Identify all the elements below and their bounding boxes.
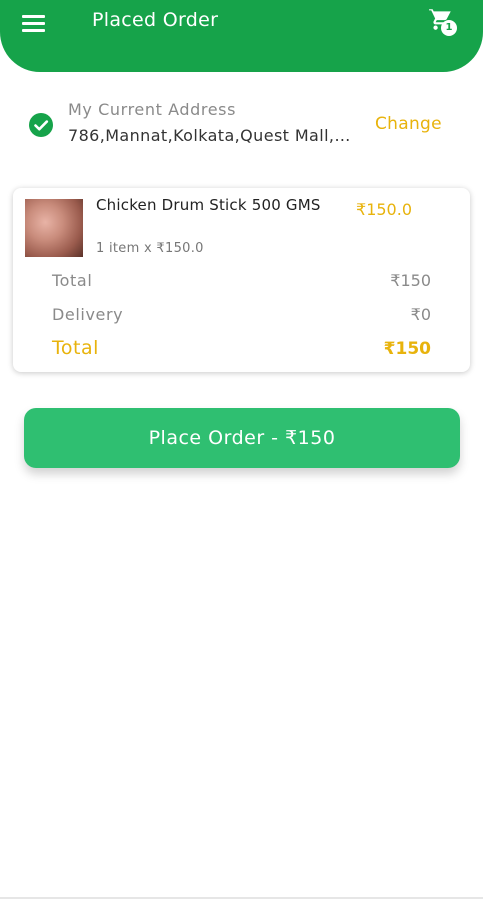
cart-button[interactable]: 1: [428, 6, 460, 38]
delivery-label: Delivery: [52, 305, 124, 324]
product-image: [25, 199, 83, 257]
subtotal-label: Total: [52, 271, 93, 290]
cart-count-badge: 1: [441, 20, 457, 36]
hamburger-menu-icon[interactable]: [22, 12, 46, 34]
delivery-value: ₹0: [410, 305, 431, 324]
product-quantity: 1 item x ₹150.0: [96, 241, 204, 256]
subtotal-value: ₹150: [390, 271, 431, 290]
order-summary-card: Chicken Drum Stick 500 GMS 1 item x ₹150…: [13, 188, 470, 372]
address-label: My Current Address: [68, 100, 237, 119]
app-bar: Placed Order 1: [0, 0, 483, 72]
change-address-button[interactable]: Change: [375, 114, 442, 134]
bottom-divider: [0, 897, 483, 899]
product-price: ₹150.0: [356, 200, 412, 219]
page-title: Placed Order: [92, 9, 219, 31]
product-name: Chicken Drum Stick 500 GMS: [96, 196, 321, 214]
grand-total-label: Total: [52, 337, 99, 359]
grand-total-value: ₹150: [383, 339, 431, 359]
placed-order-screen: Placed Order 1 My Current Address 786,Ma…: [0, 0, 483, 900]
place-order-button[interactable]: Place Order - ₹150: [24, 408, 460, 468]
address-value: 786,Mannat,Kolkata,Quest Mall,Park Stree…: [68, 126, 358, 145]
check-circle-icon: [29, 113, 53, 137]
